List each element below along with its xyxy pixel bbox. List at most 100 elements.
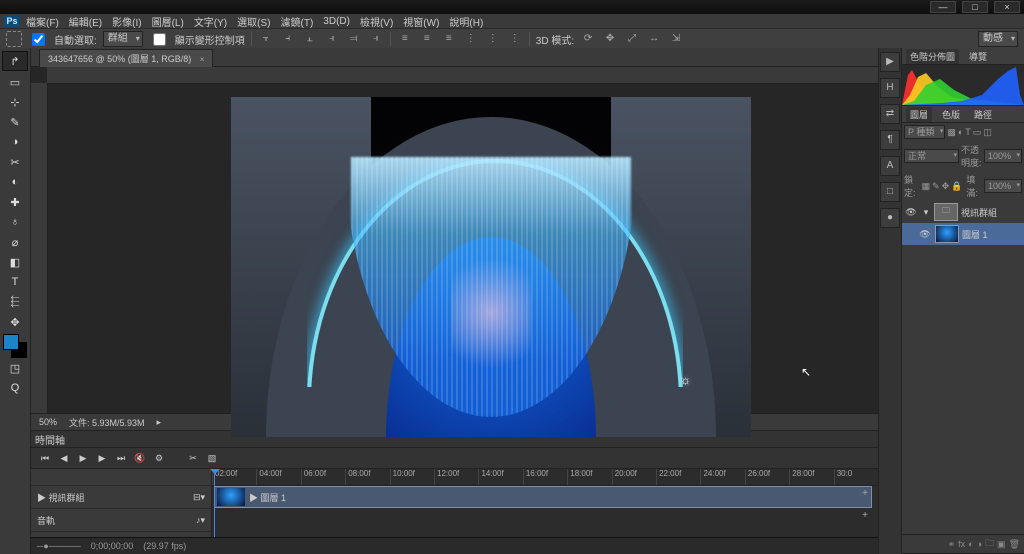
channels-tab[interactable]: 色版 (938, 107, 964, 122)
document-tab[interactable]: 343647656 @ 50% (圖層 1, RGB/8) × (39, 49, 213, 67)
align-top-icon[interactable]: ⫟ (259, 32, 273, 46)
video-clip[interactable]: ▶ 圖層 1 (214, 486, 872, 508)
filter-smart-icon[interactable]: ◫ (983, 127, 992, 138)
3d-slide-icon[interactable]: ↔ (647, 32, 661, 46)
menu-3d[interactable]: 3D(D) (319, 16, 354, 27)
crop-tool[interactable]: ◑ (3, 133, 27, 151)
layer-item-1[interactable]: 👁 圖層 1 (902, 223, 1024, 245)
blend-mode-dropdown[interactable]: 正常 (904, 149, 959, 163)
next-frame[interactable]: ▶ (94, 450, 110, 466)
window-close[interactable]: × (994, 1, 1020, 13)
actions-panel-icon[interactable]: ⇄ (880, 104, 900, 124)
move-tool[interactable]: ↱ (2, 51, 28, 71)
layers-tab[interactable]: 圖層 (906, 107, 932, 122)
panel-flyout-icon[interactable]: ▶ (880, 52, 900, 72)
layer-group-video[interactable]: 👁 ▾ 🗀 視訊群組 (902, 201, 1024, 223)
distribute-icon[interactable]: ⋮ (486, 32, 500, 46)
playhead[interactable] (214, 469, 215, 537)
distribute-icon[interactable]: ≡ (398, 32, 412, 46)
align-hcenter-icon[interactable]: ⫤ (347, 32, 361, 46)
app-logo[interactable]: Ps (4, 15, 20, 27)
opacity-value[interactable]: 100% (984, 149, 1022, 163)
visibility-icon[interactable]: 👁 (904, 207, 918, 218)
distribute-icon[interactable]: ⋮ (464, 32, 478, 46)
ruler-vertical[interactable] (31, 83, 48, 413)
lock-transparency-icon[interactable]: ▦ (922, 181, 931, 192)
info-arrow-icon[interactable]: ▸ (157, 417, 162, 428)
zoom-slider[interactable]: ─●───── (37, 541, 81, 551)
filter-adjust-icon[interactable]: ◐ (958, 127, 963, 137)
3d-pan-icon[interactable]: ✥ (603, 32, 617, 46)
type-tool[interactable]: T (3, 273, 27, 291)
distribute-icon[interactable]: ≡ (420, 32, 434, 46)
add-audio-track[interactable]: + (858, 509, 872, 523)
stamp-tool[interactable]: ♁ (3, 213, 27, 231)
audio-menu-icon[interactable]: ♪▾ (196, 515, 205, 526)
menu-file[interactable]: 檔案(F) (22, 14, 63, 29)
timeline-ruler[interactable]: 02:00f 04:00f 06:00f 08:00f 10:00f 12:00… (212, 469, 878, 486)
color-panel-icon[interactable]: ● (880, 208, 900, 228)
lasso-tool[interactable]: ⊹ (3, 93, 27, 111)
canvas[interactable]: ☼ (231, 97, 751, 437)
3d-orbit-icon[interactable]: ⟳ (581, 32, 595, 46)
menu-select[interactable]: 選取(S) (233, 14, 274, 29)
delete-layer-icon[interactable]: 🗑 (1009, 539, 1020, 550)
track-menu-icon[interactable]: ⊟▾ (193, 492, 205, 503)
marquee-tool[interactable]: ▭ (3, 73, 27, 91)
swatches-panel-icon[interactable]: □ (880, 182, 900, 202)
auto-select-checkbox[interactable] (32, 33, 45, 46)
foreground-swatch[interactable] (3, 334, 19, 350)
add-video-track[interactable]: + (858, 487, 872, 501)
lock-position-icon[interactable]: ✥ (942, 181, 950, 192)
fx-icon[interactable]: fx (958, 539, 965, 549)
brush-tool[interactable]: ✚ (3, 193, 27, 211)
histogram-tab[interactable]: 色階分佈圖 (906, 49, 959, 64)
wand-tool[interactable]: ✎ (3, 113, 27, 131)
3d-dolly-icon[interactable]: ⤢ (625, 32, 639, 46)
transition-button[interactable]: ▧ (204, 450, 220, 466)
lock-pixels-icon[interactable]: ✎ (932, 181, 940, 192)
prev-frame[interactable]: ◀ (56, 450, 72, 466)
menu-edit[interactable]: 編輯(E) (65, 14, 106, 29)
timeline-options[interactable]: ⚙ (151, 450, 167, 466)
layer-filter-dropdown[interactable]: P 種類 (904, 125, 945, 139)
zoom-level[interactable]: 50% (39, 417, 57, 427)
fill-value[interactable]: 100% (984, 179, 1022, 193)
history-panel-icon[interactable]: H (880, 78, 900, 98)
distribute-icon[interactable]: ⋮ (508, 32, 522, 46)
window-maximize[interactable]: □ (962, 1, 988, 13)
workspace-switcher[interactable]: 動感 (978, 31, 1018, 47)
paths-tab[interactable]: 路徑 (970, 107, 996, 122)
document-tab-close[interactable]: × (200, 55, 205, 64)
window-minimize[interactable]: — (930, 1, 956, 13)
paragraph-panel-icon[interactable]: ¶ (880, 130, 900, 150)
new-layer-icon[interactable]: ▣ (997, 539, 1006, 550)
menu-image[interactable]: 影像(I) (108, 14, 145, 29)
go-last[interactable]: ⏭ (113, 450, 129, 466)
align-right-icon[interactable]: ⫣ (369, 32, 383, 46)
eraser-tool[interactable]: ⌀ (3, 233, 27, 251)
audio-track[interactable]: 音軌 ♪▾ (31, 509, 211, 532)
gradient-tool[interactable]: ◧ (3, 253, 27, 271)
menu-filter[interactable]: 濾鏡(T) (277, 14, 318, 29)
ruler-horizontal[interactable] (47, 67, 878, 84)
menu-help[interactable]: 說明(H) (445, 14, 487, 29)
healing-tool[interactable]: ◐ (3, 173, 27, 191)
navigator-tab[interactable]: 導覽 (965, 49, 991, 64)
menu-window[interactable]: 視窗(W) (399, 14, 443, 29)
mute-button[interactable]: 🔇 (132, 450, 148, 466)
color-swatches[interactable] (3, 334, 27, 358)
slice-tool[interactable]: ✂ (3, 153, 27, 171)
group-icon[interactable]: 🗀 (985, 536, 994, 552)
visibility-icon[interactable]: 👁 (918, 229, 932, 240)
distribute-icon[interactable]: ≡ (442, 32, 456, 46)
align-bottom-icon[interactable]: ⫠ (303, 32, 317, 46)
show-transform-checkbox[interactable] (153, 33, 166, 46)
split-clip[interactable]: ✂ (185, 450, 201, 466)
menu-type[interactable]: 文字(Y) (190, 14, 231, 29)
adjustment-icon[interactable]: ◑ (977, 539, 982, 549)
auto-select-dropdown[interactable]: 群組 (103, 31, 143, 47)
screenmode-tool[interactable]: Q (3, 379, 27, 397)
video-group-track[interactable]: ▶ 視訊群組 ⊟▾ (31, 486, 211, 509)
hand-tool[interactable]: ✥ (3, 313, 27, 331)
